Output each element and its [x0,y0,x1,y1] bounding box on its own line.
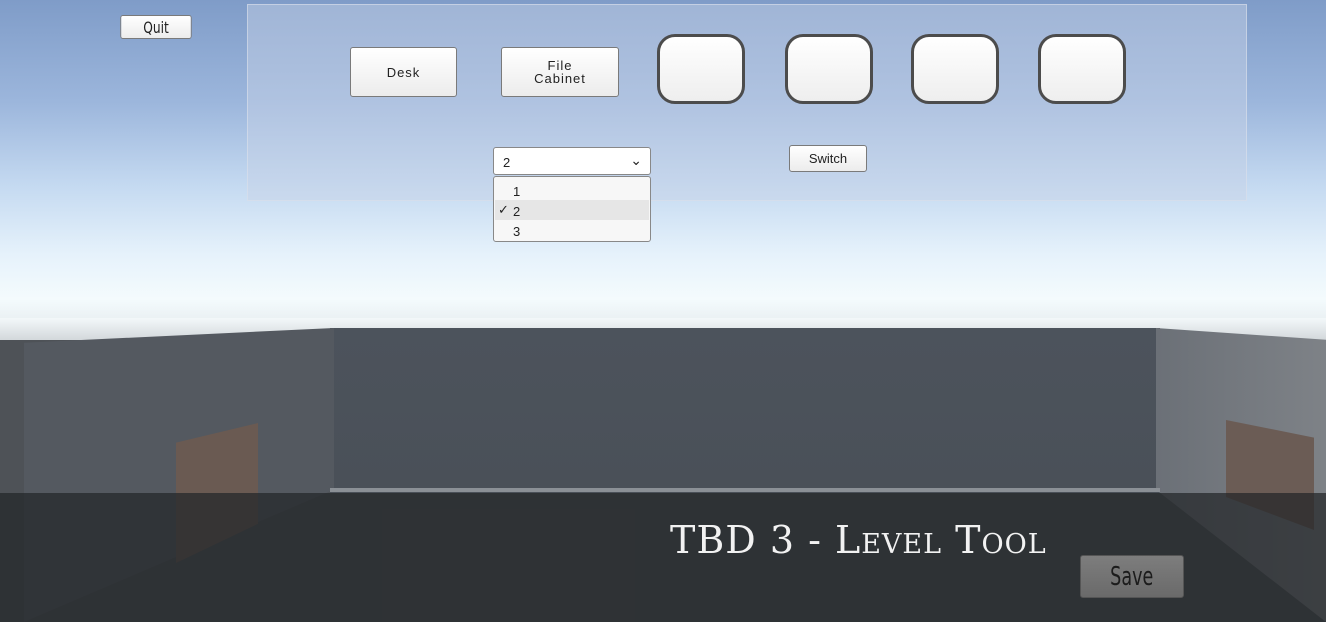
level-dropdown[interactable]: 2 ⌄ [493,147,651,175]
page-title: TBD 3 - Level Tool [670,518,1047,562]
dropdown-option-selected[interactable]: ✓ 2 [495,200,649,220]
dropdown-option[interactable]: 1 [495,180,649,200]
empty-slot-button[interactable] [657,34,745,104]
dropdown-option-label: 3 [513,224,521,239]
quit-button[interactable]: Quit [120,15,192,39]
level-dropdown-list: 1 ✓ 2 3 [493,176,651,242]
save-button-label: Save [1110,561,1154,592]
dropdown-option[interactable]: 3 [495,220,649,240]
dropdown-option-label: 1 [513,184,521,199]
check-icon: ✓ [498,202,509,217]
level-dropdown-value: 2 [503,155,511,170]
empty-slot-button[interactable] [785,34,873,104]
switch-button[interactable]: Switch [789,145,867,172]
empty-slot-button[interactable] [911,34,999,104]
file-cabinet-button[interactable]: File Cabinet [501,47,619,97]
desk-button[interactable]: Desk [350,47,457,97]
back-wall [330,328,1160,493]
floor-edge [330,488,1160,492]
chevron-down-icon: ⌄ [630,152,642,168]
empty-slot-button[interactable] [1038,34,1126,104]
save-button[interactable]: Save [1080,555,1184,598]
dropdown-option-label: 2 [513,204,521,219]
